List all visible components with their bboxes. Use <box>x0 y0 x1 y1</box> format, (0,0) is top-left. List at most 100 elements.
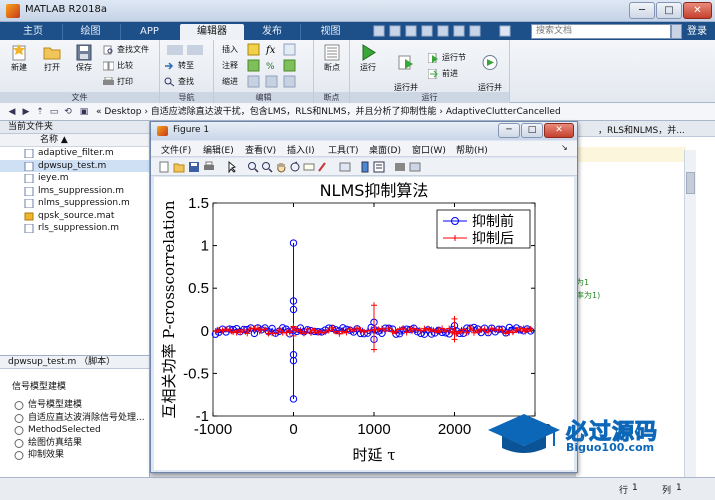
figure-close-button[interactable]: ✕ <box>544 123 574 138</box>
new-file-icon <box>12 44 26 61</box>
maximize-button[interactable]: □ <box>656 2 682 19</box>
editor-current-line[interactable] <box>576 147 686 162</box>
save-icon <box>76 44 92 61</box>
search-icon[interactable] <box>671 24 682 39</box>
section-item[interactable]: MethodSelected <box>0 424 149 437</box>
tab-home[interactable]: 主页 <box>6 24 60 40</box>
history-icon[interactable]: ⟲ <box>62 106 74 118</box>
file-row[interactable]: qpsk_source.mat <box>0 210 149 223</box>
compare-button[interactable]: 比较 <box>103 60 133 72</box>
file-row[interactable]: lms_suppression.m <box>0 185 149 198</box>
x-tick-label: 0 <box>289 421 297 438</box>
menu-file[interactable]: 文件(F) <box>161 143 191 156</box>
tab-publish[interactable]: 发布 <box>246 24 298 40</box>
address-path[interactable]: « Desktop › 自适应滤除直达波干扰，包含LMS，RLS和NLMS，并且… <box>96 106 561 118</box>
scrollbar-thumb[interactable] <box>686 172 695 194</box>
m-file-icon <box>24 149 34 158</box>
new-button[interactable]: 新建 <box>3 44 35 73</box>
matlab-logo-icon <box>6 4 20 18</box>
section-item[interactable]: 绘图仿真结果 <box>0 437 149 450</box>
save-figure-icon[interactable] <box>188 161 200 173</box>
menu-view[interactable]: 查看(V) <box>245 143 276 156</box>
pointer-icon[interactable] <box>226 161 238 173</box>
colorbar-icon[interactable] <box>359 161 371 173</box>
advance-button[interactable]: 前进 <box>428 68 458 80</box>
pan-hand-icon[interactable] <box>275 161 287 173</box>
details-panel: dpwsup_test.m （脚本） 信号模型建模 信号模型建模 自适应直达波消… <box>0 355 150 477</box>
name-column-header[interactable]: 名称 ▲ <box>0 134 149 147</box>
new-label: 新建 <box>11 63 27 72</box>
col-value: 1 <box>676 483 682 493</box>
open-file-icon[interactable] <box>173 161 185 173</box>
menu-window[interactable]: 窗口(W) <box>412 143 446 156</box>
open-button[interactable]: 打开 <box>36 44 68 73</box>
file-row[interactable]: ieye.m <box>0 172 149 185</box>
save-button[interactable]: 保存 <box>68 44 100 73</box>
comment-button[interactable]: 注释 <box>222 60 238 72</box>
section-item[interactable]: 信号模型建模 <box>0 399 149 412</box>
print-button[interactable]: 打印 <box>103 76 133 88</box>
legend-icon[interactable] <box>373 161 385 173</box>
find-button[interactable]: 查找 <box>164 76 194 88</box>
file-row[interactable]: adaptive_filter.m <box>0 147 149 160</box>
tab-plots[interactable]: 绘图 <box>62 24 118 40</box>
menu-help[interactable]: 帮助(H) <box>456 143 488 156</box>
run-icon <box>362 44 376 61</box>
browse-folder-icon[interactable]: ▭ <box>48 106 60 118</box>
ribbon-group-navigate: 转至 查找 导航 <box>160 40 214 103</box>
run-section-button[interactable]: 运行节 <box>428 52 466 64</box>
show-plot-tools-icon[interactable] <box>409 161 421 173</box>
menu-tools[interactable]: 工具(T) <box>328 143 359 156</box>
figure-minimize-button[interactable]: ─ <box>498 123 520 138</box>
hide-plot-tools-icon[interactable] <box>394 161 406 173</box>
section-item[interactable]: 自适应直达波消除信号处理... <box>0 412 149 425</box>
folder-icon[interactable]: ▣ <box>78 106 90 118</box>
close-button[interactable]: ✕ <box>683 2 712 19</box>
forward-arrow-icon[interactable]: ▶ <box>20 106 32 118</box>
m-file-icon <box>24 186 34 196</box>
brush-icon[interactable] <box>317 161 329 173</box>
zoom-in-icon[interactable] <box>247 161 259 173</box>
title-bar: MATLAB R2018a ─ □ ✕ <box>0 0 715 22</box>
figure-maximize-button[interactable]: □ <box>521 123 543 138</box>
menu-edit[interactable]: 编辑(E) <box>203 143 234 156</box>
file-row-selected[interactable]: dpwsup_test.m <box>0 159 149 172</box>
mat-file-icon <box>24 212 34 220</box>
file-row[interactable]: nlms_suppression.m <box>0 197 149 210</box>
minimize-button[interactable]: ─ <box>629 2 655 19</box>
rotate-3d-icon[interactable] <box>289 161 301 173</box>
up-folder-icon[interactable]: ⇡ <box>34 106 46 118</box>
section-item[interactable]: 抑制效果 <box>0 449 149 462</box>
search-docs-input[interactable]: 搜索文档 <box>531 24 671 39</box>
tab-apps[interactable]: APP <box>120 24 178 40</box>
y-tick-label: -1 <box>196 408 209 425</box>
quick-access-icons <box>373 25 511 37</box>
tab-view[interactable]: 视图 <box>300 24 360 40</box>
link-plot-icon[interactable] <box>339 161 351 173</box>
login-button[interactable]: 登录 <box>682 24 712 39</box>
ribbon-group-file: 新建 打开 保存 查找文件 比较 打印 文件 <box>0 40 160 103</box>
section-name: 绘图仿真结果 <box>28 437 83 448</box>
svg-text:fx: fx <box>265 45 276 56</box>
new-figure-icon[interactable] <box>158 161 170 173</box>
print-figure-icon[interactable] <box>203 161 215 173</box>
data-cursor-icon[interactable] <box>303 161 315 173</box>
file-group-label: 文件 <box>0 92 159 103</box>
breakpoints-button[interactable]: 断点 <box>316 44 348 73</box>
section-name: 自适应直达波消除信号处理... <box>28 412 145 423</box>
menu-insert[interactable]: 插入(I) <box>287 143 315 156</box>
back-arrow-icon[interactable]: ◀ <box>6 106 18 118</box>
edit-group-label: 编辑 <box>214 92 313 103</box>
insert-button[interactable]: 插入 <box>222 44 238 56</box>
run-button[interactable]: 运行 <box>352 44 384 73</box>
watermark-en: Biguo100.com <box>566 441 655 454</box>
menu-desktop[interactable]: 桌面(D) <box>369 143 401 156</box>
find-files-button[interactable]: 查找文件 <box>103 44 149 56</box>
menu-dock-arrow-icon[interactable]: ↘ <box>561 143 568 152</box>
zoom-out-icon[interactable] <box>261 161 273 173</box>
goto-button[interactable]: 转至 <box>164 60 194 72</box>
editor-scrollbar[interactable] <box>684 150 696 480</box>
tab-editor[interactable]: 编辑器 <box>180 24 244 40</box>
indent-button[interactable]: 缩进 <box>222 76 238 88</box>
file-row[interactable]: rls_suppression.m <box>0 222 149 235</box>
